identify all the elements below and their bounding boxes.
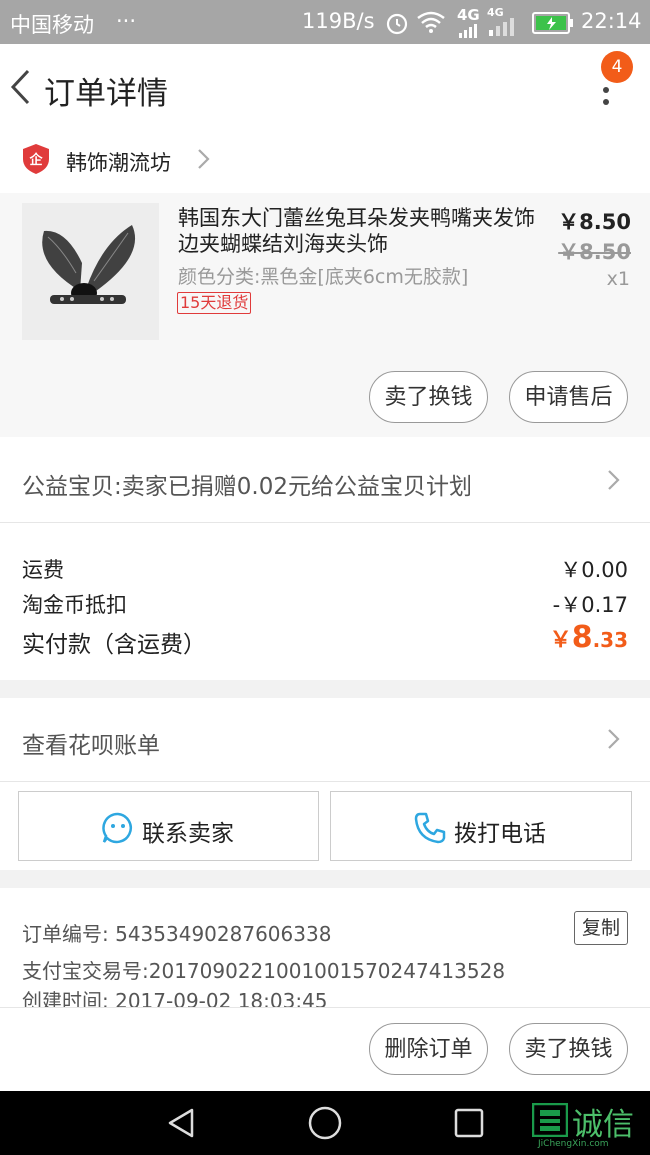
signal-2-icon <box>489 18 514 36</box>
order-number: 订单编号: 54353490287606338 <box>22 918 331 947</box>
back-arrow-icon[interactable] <box>8 68 32 106</box>
order-number-value: 54353490287606338 <box>115 922 332 946</box>
charity-text[interactable]: 公益宝贝:卖家已捐赠0.02元给公益宝贝计划 <box>22 467 472 501</box>
huabei-text[interactable]: 查看花呗账单 <box>22 726 160 760</box>
chevron-right-icon <box>198 149 210 169</box>
clock: 22:14 <box>581 9 642 33</box>
delete-order-button[interactable]: 删除订单 <box>369 1023 488 1075</box>
call-seller-button[interactable]: 拨打电话 <box>330 791 632 861</box>
nav-home-icon[interactable] <box>308 1106 342 1140</box>
coin-deduction-value: -￥0.17 <box>552 593 628 617</box>
hair-clip-image <box>22 203 159 340</box>
product-price: ￥8.50 <box>558 210 631 234</box>
network-type: 4G <box>457 6 480 24</box>
nav-back-icon[interactable] <box>166 1107 196 1139</box>
notification-badge: 4 <box>601 51 633 83</box>
shipping-value: ￥0.00 <box>560 558 628 582</box>
chevron-right-icon <box>608 729 620 749</box>
alarm-icon <box>386 13 408 35</box>
coin-deduction-label: 淘金币抵扣 <box>22 593 127 617</box>
wifi-icon <box>417 11 445 33</box>
total-currency: ￥ <box>549 628 572 653</box>
product-spec: 颜色分类:黑色金[底夹6cm无胶款] <box>178 266 469 288</box>
page-title: 订单详情 <box>44 76 168 112</box>
watermark-brand: 诚信 <box>572 1107 634 1143</box>
product-quantity: x1 <box>606 268 630 290</box>
sell-item-button[interactable]: 卖了换钱 <box>369 371 488 423</box>
nav-recents-icon[interactable] <box>454 1108 484 1138</box>
carrier-label: 中国移动 <box>10 13 94 37</box>
shop-badge-icon: 企 <box>23 144 49 174</box>
chat-face-icon <box>102 812 132 844</box>
total-decimal: .33 <box>592 628 628 652</box>
chevron-right-icon <box>608 470 620 490</box>
network-speed: 119B/s <box>302 9 375 33</box>
alipay-trade-number: 支付宝交易号:2017090221001001570247413528 <box>22 955 505 984</box>
apply-aftersale-button[interactable]: 申请售后 <box>509 371 628 423</box>
shop-name[interactable]: 韩饰潮流坊 <box>66 147 171 177</box>
product-thumbnail[interactable] <box>22 203 159 340</box>
product-original-price: ￥8.50 <box>558 240 631 264</box>
alipay-trade-label: 支付宝交易号: <box>22 959 149 983</box>
app-header: 订单详情 <box>0 44 650 130</box>
footer-sell-button[interactable]: 卖了换钱 <box>509 1023 628 1075</box>
more-vertical-icon[interactable] <box>600 80 612 106</box>
phone-icon <box>414 812 446 844</box>
contact-seller-button[interactable]: 联系卖家 <box>18 791 319 861</box>
watermark-logo-icon <box>532 1103 568 1137</box>
watermark-domain: JiChengXin.com <box>538 1139 609 1149</box>
system-nav-bar: 诚信 JiChengXin.com <box>0 1091 650 1155</box>
copy-order-number-button[interactable]: 复制 <box>574 911 628 945</box>
contact-seller-label: 联系卖家 <box>142 821 234 847</box>
status-bar: 中国移动 ··· 119B/s 4G 4G 22:14 <box>0 0 650 44</box>
product-title[interactable]: 韩国东大门蕾丝兔耳朵发夹鸭嘴夹发饰边夹蝴蝶结刘海夹头饰 <box>178 205 538 257</box>
total-amount: ￥8.33 <box>550 620 628 655</box>
alipay-trade-value: 2017090221001001570247413528 <box>148 959 506 983</box>
shipping-label: 运费 <box>22 558 64 582</box>
signal-1-icon <box>459 24 477 38</box>
shop-badge-text: 企 <box>28 152 43 168</box>
battery-icon <box>532 12 573 34</box>
total-label: 实付款（含运费） <box>22 632 206 658</box>
call-seller-label: 拨打电话 <box>454 821 546 847</box>
return-policy-tag: 15天退货 <box>177 292 252 314</box>
more-dots: ··· <box>116 9 137 33</box>
total-integer: 8 <box>571 620 593 655</box>
order-number-label: 订单编号: <box>22 922 109 946</box>
